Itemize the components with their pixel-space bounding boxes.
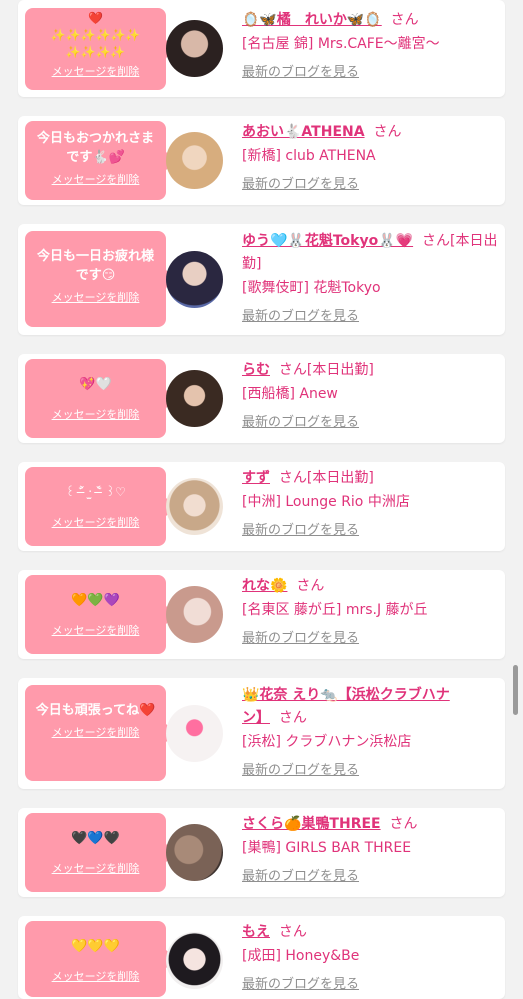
latest-blog-link[interactable]: 最新のブログを見る [242, 173, 359, 192]
message-text: ❤️ ✨✨✨✨✨✨ ✨✨✨✨ [50, 11, 141, 59]
message-bubble: 🧡💚💜 メッセージを削除 [25, 575, 176, 654]
delete-message-link[interactable]: メッセージを削除 [31, 171, 160, 187]
scrollbar-thumb[interactable] [513, 665, 518, 715]
name-suffix: さん [296, 578, 325, 594]
message-bubble: ❤️ ✨✨✨✨✨✨ ✨✨✨✨ メッセージを削除 [25, 8, 176, 90]
list-item: 今日も頑張ってね❤️ メッセージを削除 👑花奈 えり🐀【浜松クラブハナン】 さん… [18, 678, 505, 789]
avatar[interactable] [166, 932, 223, 989]
shop-label: [新橋] club ATHENA [242, 148, 376, 164]
list-item: ꒰ ˃̶᷄ ‧̫ ˂̶᷅ ꒱♡ メッセージを削除 すず さん[本日出勤] [中洲… [18, 462, 505, 551]
latest-blog-link[interactable]: 最新のブログを見る [242, 627, 359, 646]
list-item: ❤️ ✨✨✨✨✨✨ ✨✨✨✨ メッセージを削除 🪞🦋橘 れいか🦋🪞 さん [名古… [18, 0, 505, 97]
avatar[interactable] [166, 705, 223, 762]
list-item: 💖🤍 メッセージを削除 らむ さん[本日出勤] [西船橋] Anew 最新のブロ… [18, 354, 505, 443]
delete-message-link[interactable]: メッセージを削除 [31, 622, 160, 638]
message-bubble: 💖🤍 メッセージを削除 [25, 359, 176, 438]
message-text: 今日もおつかれさまです🐇💕 [36, 131, 154, 165]
message-bubble: 今日もおつかれさまです🐇💕 メッセージを削除 [25, 121, 176, 200]
delete-message-link[interactable]: メッセージを削除 [31, 289, 160, 305]
name-suffix: さん[本日出勤] [278, 470, 374, 486]
message-bubble: 🖤💙🖤 メッセージを削除 [25, 813, 176, 892]
list-item: 🖤💙🖤 メッセージを削除 さくら🍊巣鴨THREE さん [巣鴨] GIRLS B… [18, 808, 505, 897]
profile-name-link[interactable]: 👑花奈 えり🐀【浜松クラブハナン】 [242, 687, 450, 726]
name-suffix: さん [373, 124, 402, 140]
latest-blog-link[interactable]: 最新のブログを見る [242, 411, 359, 430]
list-item: 今日もおつかれさまです🐇💕 メッセージを削除 あおい🐇ATHENA さん [新橋… [18, 116, 505, 205]
name-suffix: さん [278, 710, 307, 726]
shop-label: [名東区 藤が丘] mrs.J 藤が丘 [242, 602, 428, 618]
message-text: 🧡💚💜 [71, 593, 120, 608]
message-text: 💛💛💛 [71, 939, 120, 954]
avatar[interactable] [166, 20, 223, 77]
shop-label: [西船橋] Anew [242, 386, 338, 402]
avatar[interactable] [166, 586, 223, 643]
profile-name-link[interactable]: れな🌼 [242, 578, 287, 594]
shop-label: [巣鴨] GIRLS BAR THREE [242, 840, 412, 856]
message-text: 💖🤍 [79, 377, 112, 392]
latest-blog-link[interactable]: 最新のブログを見る [242, 519, 359, 538]
name-suffix: さん [390, 12, 419, 28]
profile-name-link[interactable]: もえ [242, 924, 270, 940]
avatar[interactable] [166, 824, 223, 881]
delete-message-link[interactable]: メッセージを削除 [31, 406, 160, 422]
delete-message-link[interactable]: メッセージを削除 [31, 63, 160, 79]
list-item: 🧡💚💜 メッセージを削除 れな🌼 さん [名東区 藤が丘] mrs.J 藤が丘 … [18, 570, 505, 659]
message-bubble: 💛💛💛 メッセージを削除 [25, 921, 176, 997]
delete-message-link[interactable]: メッセージを削除 [31, 860, 160, 876]
latest-blog-link[interactable]: 最新のブログを見る [242, 865, 359, 884]
name-suffix: さん[本日出勤] [278, 362, 374, 378]
message-bubble: 今日も一日お疲れ様です😏 メッセージを削除 [25, 231, 176, 327]
shop-label: [成田] Honey&Be [242, 948, 360, 964]
message-text: 今日も一日お疲れ様です😏 [36, 249, 154, 283]
message-bubble: 今日も頑張ってね❤️ メッセージを削除 [25, 685, 176, 781]
latest-blog-link[interactable]: 最新のブログを見る [242, 305, 359, 324]
latest-blog-link[interactable]: 最新のブログを見る [242, 61, 359, 80]
message-text: 🖤💙🖤 [71, 831, 120, 846]
profile-name-link[interactable]: さくら🍊巣鴨THREE [242, 816, 381, 832]
name-suffix: さん [278, 924, 307, 940]
shop-label: [名古屋 錦] Mrs.CAFE〜離宮〜 [242, 36, 440, 52]
message-text: 今日も頑張ってね❤️ [35, 703, 156, 718]
name-suffix: さん [389, 816, 418, 832]
list-item: 💛💛💛 メッセージを削除 もえ さん [成田] Honey&Be 最新のブログを… [18, 916, 505, 999]
profile-name-link[interactable]: らむ [242, 362, 270, 378]
profile-name-link[interactable]: あおい🐇ATHENA [242, 124, 365, 140]
latest-blog-link[interactable]: 最新のブログを見る [242, 973, 359, 992]
message-bubble: ꒰ ˃̶᷄ ‧̫ ˂̶᷅ ꒱♡ メッセージを削除 [25, 467, 176, 546]
avatar[interactable] [166, 370, 223, 427]
profile-name-link[interactable]: ゆう🩵🐰花魁Tokyo🐰💗 [242, 233, 413, 249]
shop-label: [歌舞伎町] 花魁Tokyo [242, 280, 381, 296]
profile-name-link[interactable]: 🪞🦋橘 れいか🦋🪞 [242, 12, 382, 28]
avatar[interactable] [166, 251, 223, 308]
profile-name-link[interactable]: すず [242, 470, 270, 486]
avatar[interactable] [166, 478, 223, 535]
avatar[interactable] [166, 132, 223, 189]
delete-message-link[interactable]: メッセージを削除 [31, 724, 160, 740]
message-text: ꒰ ˃̶᷄ ‧̫ ˂̶᷅ ꒱♡ [65, 485, 126, 499]
list-item: 今日も一日お疲れ様です😏 メッセージを削除 ゆう🩵🐰花魁Tokyo🐰💗 さん[本… [18, 224, 505, 335]
delete-message-link[interactable]: メッセージを削除 [31, 968, 160, 984]
shop-label: [浜松] クラブハナン浜松店 [242, 734, 412, 750]
delete-message-link[interactable]: メッセージを削除 [31, 514, 160, 530]
shop-label: [中洲] Lounge Rio 中洲店 [242, 494, 410, 510]
latest-blog-link[interactable]: 最新のブログを見る [242, 759, 359, 778]
